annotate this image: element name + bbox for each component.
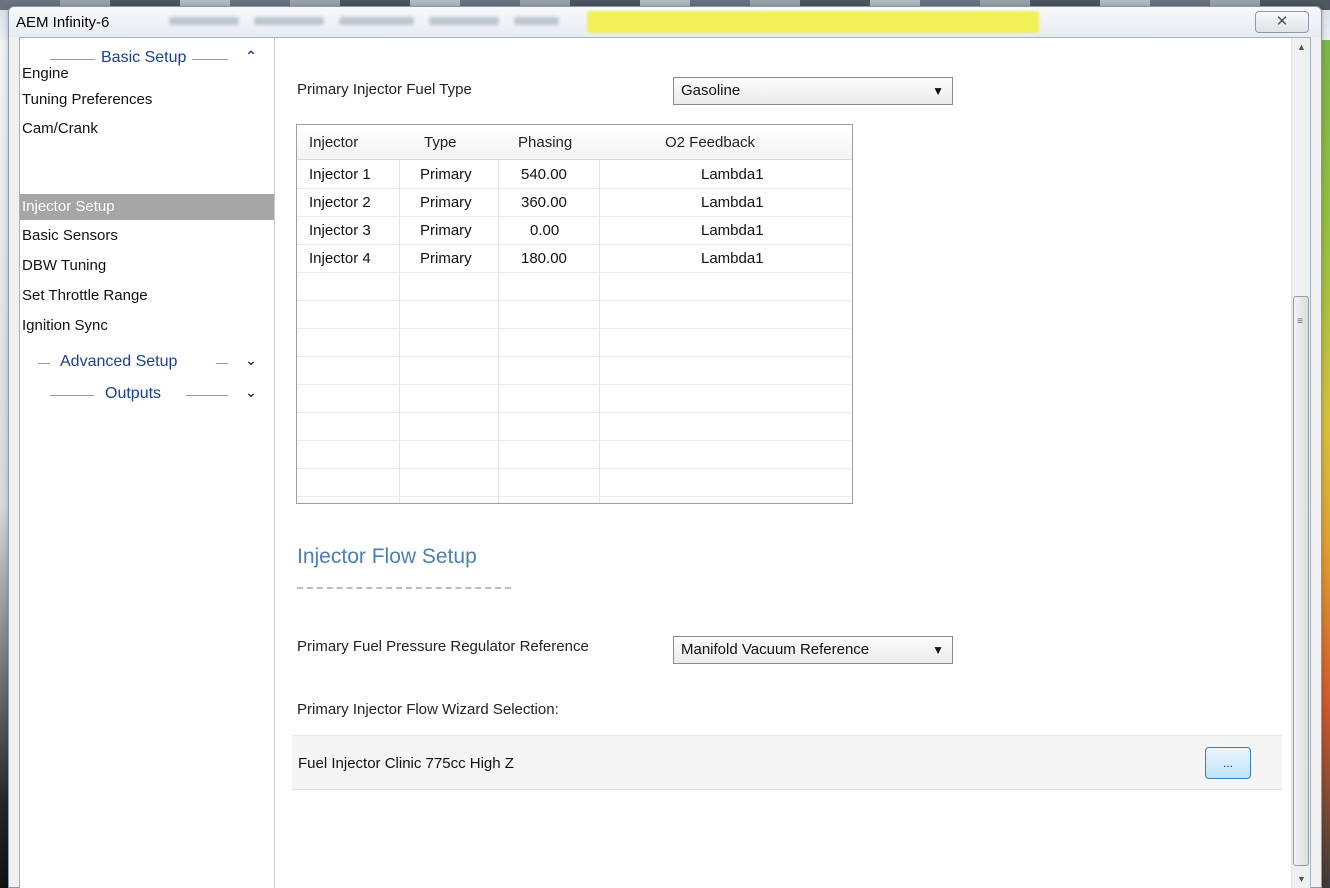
table-row[interactable]: Injector 2 Primary 360.00 Lambda1 [297, 189, 852, 217]
cell-phasing: 360.00 [521, 194, 567, 211]
fuel-type-select[interactable]: Gasoline ▼ [673, 77, 953, 105]
window-title: AEM Infinity-6 [16, 14, 110, 31]
header-line [186, 395, 228, 396]
sidebar-item-dbw-tuning[interactable]: DBW Tuning [20, 252, 274, 280]
flow-wizard-value: Fuel Injector Clinic 775cc High Z [298, 755, 514, 772]
cell-o2-feedback: Lambda1 [701, 222, 764, 239]
section-outputs[interactable]: Outputs ⌄ [20, 382, 275, 408]
section-advanced-setup-label: Advanced Setup [60, 353, 178, 370]
cell-injector: Injector 4 [309, 250, 371, 267]
close-button[interactable]: ✕ [1255, 11, 1309, 33]
sidebar-item-label: Basic Sensors [22, 227, 118, 244]
cell-injector: Injector 2 [309, 194, 371, 211]
cell-o2-feedback: Lambda1 [701, 250, 764, 267]
injector-table: Injector Type Phasing O2 Feedback Inject… [296, 124, 853, 504]
cell-o2-feedback: Lambda1 [701, 166, 764, 183]
background-gauge-edge [1322, 40, 1330, 888]
dialog-client-area: Basic Setup ⌃ Engine Tuning Preferences … [19, 37, 1311, 888]
sidebar-item-label: Injector Setup [22, 198, 115, 215]
regulator-reference-select[interactable]: Manifold Vacuum Reference ▼ [673, 636, 953, 664]
sidebar-item-ignition-sync[interactable]: Ignition Sync [20, 312, 274, 340]
heading-divider [297, 587, 511, 589]
sidebar-item-cam-crank[interactable]: Cam/Crank [20, 115, 274, 143]
cell-injector: Injector 1 [309, 166, 371, 183]
table-header: Injector Type Phasing O2 Feedback [297, 125, 852, 160]
sidebar-item-tuning-preferences[interactable]: Tuning Preferences [20, 86, 274, 114]
cell-type: Primary [420, 194, 472, 211]
sidebar-item-label: Ignition Sync [22, 317, 108, 334]
injector-setup-dialog: AEM Infinity-6 ✕ Basic Setup ⌃ Engine Tu… [8, 6, 1322, 888]
ellipsis-icon: ... [1222, 756, 1233, 770]
column-header-o2-feedback[interactable]: O2 Feedback [665, 134, 755, 151]
title-blur [339, 17, 414, 25]
cell-o2-feedback: Lambda1 [701, 194, 764, 211]
table-row-empty [297, 357, 852, 385]
sidebar-item-label: DBW Tuning [22, 257, 107, 274]
sidebar-item-injector-setup[interactable]: Injector Setup [20, 194, 274, 220]
sidebar-item-label: Set Throttle Range [22, 287, 148, 304]
header-line [50, 395, 94, 396]
scroll-up-icon[interactable]: ▲ [1292, 38, 1311, 56]
flow-wizard-selection-row: Fuel Injector Clinic 775cc High Z ... [292, 735, 1282, 790]
regulator-reference-value: Manifold Vacuum Reference [681, 641, 870, 658]
title-blur [429, 17, 499, 25]
dropdown-arrow-icon: ▼ [932, 643, 944, 657]
cell-injector: Injector 3 [309, 222, 371, 239]
title-blur [169, 17, 239, 25]
injector-flow-setup-heading: Injector Flow Setup [297, 545, 477, 568]
cell-type: Primary [420, 166, 472, 183]
cell-type: Primary [420, 222, 472, 239]
header-line [38, 363, 50, 364]
sidebar-item-label: Engine [22, 65, 69, 82]
sidebar-item-basic-sensors[interactable]: Basic Sensors [20, 222, 274, 250]
column-header-injector[interactable]: Injector [309, 134, 358, 151]
browse-injector-button[interactable]: ... [1205, 747, 1251, 779]
flow-wizard-label: Primary Injector Flow Wizard Selection: [297, 701, 559, 718]
dropdown-arrow-icon: ▼ [932, 84, 944, 98]
close-icon: ✕ [1275, 13, 1289, 30]
table-row-empty [297, 413, 852, 441]
fuel-type-label: Primary Injector Fuel Type [297, 81, 472, 98]
cell-phasing: 540.00 [521, 166, 567, 183]
vertical-scrollbar[interactable]: ▲ ≡ ▼ [1291, 38, 1310, 888]
title-highlight [587, 11, 1039, 33]
sidebar-item-label: Tuning Preferences [22, 91, 153, 108]
cell-type: Primary [420, 250, 472, 267]
table-row-empty [297, 329, 852, 357]
header-line [216, 363, 228, 364]
title-blur [514, 17, 559, 25]
table-row-empty [297, 441, 852, 469]
table-row-empty [297, 385, 852, 413]
section-outputs-label: Outputs [105, 385, 162, 402]
table-row-empty [297, 301, 852, 329]
table-row-empty [297, 469, 852, 497]
grip-icon: ≡ [1297, 316, 1303, 327]
title-bar[interactable]: AEM Infinity-6 ✕ [9, 7, 1321, 37]
scroll-down-icon[interactable]: ▼ [1292, 870, 1311, 888]
cell-phasing: 0.00 [530, 222, 560, 239]
main-panel: Primary Injector Fuel Type Gasoline ▼ In… [276, 38, 1290, 888]
cell-phasing: 180.00 [521, 250, 567, 267]
header-line [50, 59, 95, 60]
table-row-empty [297, 273, 852, 301]
column-header-type[interactable]: Type [424, 134, 457, 151]
sidebar-item-engine[interactable]: Engine [20, 63, 274, 85]
chevron-down-icon[interactable]: ⌄ [242, 352, 260, 369]
title-blur [254, 17, 324, 25]
sidebar-item-set-throttle-range[interactable]: Set Throttle Range [20, 282, 274, 310]
section-advanced-setup[interactable]: Advanced Setup ⌄ [20, 350, 275, 376]
chevron-down-icon[interactable]: ⌄ [242, 384, 260, 401]
table-row[interactable]: Injector 1 Primary 540.00 Lambda1 [297, 161, 852, 189]
header-line [192, 59, 228, 60]
sidebar: Basic Setup ⌃ Engine Tuning Preferences … [20, 38, 275, 888]
fuel-type-value: Gasoline [681, 82, 741, 99]
column-header-phasing[interactable]: Phasing [518, 134, 572, 151]
scrollbar-thumb[interactable] [1293, 296, 1309, 866]
regulator-reference-label: Primary Fuel Pressure Regulator Referenc… [297, 638, 589, 655]
table-row[interactable]: Injector 3 Primary 0.00 Lambda1 [297, 217, 852, 245]
sidebar-item-label: Cam/Crank [22, 120, 98, 137]
table-row[interactable]: Injector 4 Primary 180.00 Lambda1 [297, 245, 852, 273]
